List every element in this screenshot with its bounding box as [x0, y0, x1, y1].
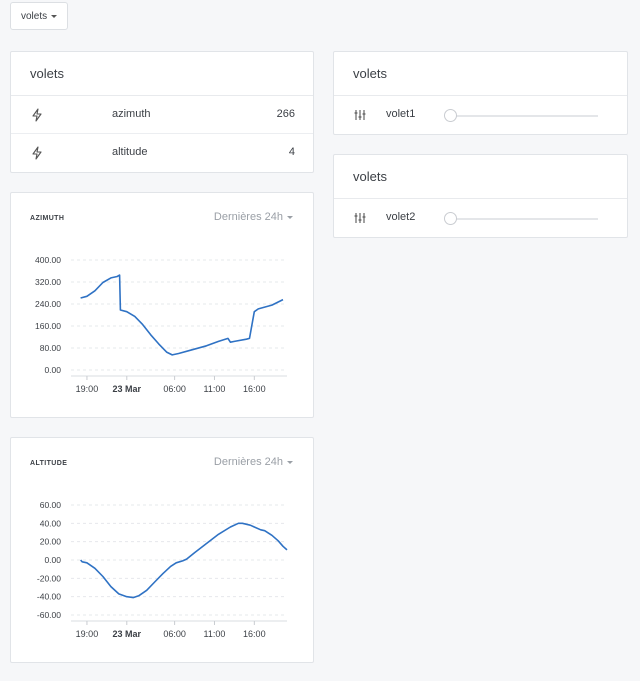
altitude-line-chart: 60.00 40.00 20.00 0.00 -20.00 -40.00 -60.00 19:…: [37, 500, 288, 639]
volet2-slider-track[interactable]: [450, 218, 598, 220]
sensor-row-altitude: altitude 4: [11, 134, 313, 172]
volet1-label: volet1: [386, 108, 416, 120]
x-tick-label: 19:00: [76, 384, 99, 394]
altitude-chart-card: ALTITUDE Dernières 24h 60.00 40.00 20.00 0.…: [10, 437, 314, 663]
view-dropdown-button[interactable]: volets: [10, 2, 69, 30]
volet2-slider-thumb[interactable]: [444, 212, 457, 225]
x-tick-label: 16:00: [243, 384, 266, 394]
azimuth-line-chart: 400.00 320.00 240.00 160.00 80.00 0.00 19:00 23…: [35, 255, 287, 394]
y-tick-label: 40.00: [40, 518, 62, 528]
y-tick-label: -40.00: [37, 592, 61, 602]
x-tick-label: 23 Mar: [113, 629, 142, 639]
volet2-row: volet2: [334, 199, 627, 237]
x-tick-label: 06:00: [163, 629, 186, 639]
bolt-icon: [32, 146, 42, 160]
volet1-row: volet1: [334, 96, 627, 134]
volet1-slider-thumb[interactable]: [444, 109, 457, 122]
y-tick-label: 160.00: [35, 321, 61, 331]
x-tick-label: 11:00: [204, 629, 226, 639]
y-tick-label: 320.00: [35, 277, 61, 287]
series-line: [80, 274, 284, 356]
series-line: [80, 522, 288, 599]
sensor-value: 266: [276, 108, 295, 120]
y-tick-label: 0.00: [44, 365, 61, 375]
bolt-icon: [32, 108, 42, 122]
sensor-row-azimuth: azimuth 266: [11, 96, 313, 134]
x-tick-label: 06:00: [163, 384, 186, 394]
sensors-card: volets azimuth 266 altitude 4: [10, 51, 314, 173]
y-tick-label: -60.00: [37, 610, 61, 620]
azimuth-chart-card: AZIMUTH Dernières 24h 400.00 320.00 240.00…: [10, 192, 314, 418]
y-tick-label: -20.00: [37, 573, 61, 583]
y-tick-label: 20.00: [40, 537, 62, 547]
caret-down-icon: [51, 14, 58, 18]
x-tick-label: 16:00: [243, 629, 266, 639]
view-dropdown-label: volets: [21, 10, 48, 22]
sensors-card-title: volets: [11, 52, 313, 96]
volet2-card-title: volets: [334, 155, 627, 199]
volet1-card-title: volets: [334, 52, 627, 96]
sensor-value: 4: [288, 146, 295, 158]
volet2-label: volet2: [386, 211, 416, 223]
sensor-label: azimuth: [112, 108, 151, 120]
x-tick-label: 19:00: [76, 629, 99, 639]
y-tick-label: 80.00: [40, 343, 62, 353]
volet2-card: volets volet2: [333, 154, 628, 238]
y-tick-label: 60.00: [40, 500, 62, 510]
y-tick-label: 400.00: [35, 255, 61, 265]
sliders-icon: [354, 213, 366, 223]
x-tick-label: 11:00: [204, 384, 226, 394]
sliders-icon: [354, 110, 366, 120]
y-tick-label: 0.00: [44, 555, 61, 565]
volet1-card: volets volet1: [333, 51, 628, 135]
x-tick-label: 23 Mar: [113, 384, 142, 394]
volet1-slider-track[interactable]: [450, 115, 598, 117]
sensor-label: altitude: [112, 146, 148, 158]
y-tick-label: 240.00: [35, 299, 61, 309]
